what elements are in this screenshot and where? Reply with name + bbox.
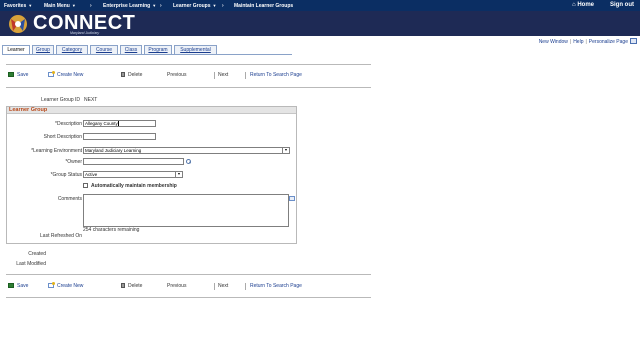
description-field[interactable]: Allegany County: [83, 120, 156, 127]
tab-class[interactable]: Class: [120, 45, 142, 54]
section-title: Learner Group: [7, 107, 296, 114]
learner-group-id-label: Learner Group ID: [41, 97, 80, 103]
toolbar-separator: [245, 72, 246, 79]
last-refreshed-label: Last Refreshed On: [40, 233, 82, 239]
toolbar-separator: [245, 283, 246, 290]
learning-environment-label: *Learning Environment: [31, 148, 82, 154]
created-label: Created: [28, 251, 46, 257]
favorites-menu[interactable]: Favorites ▼: [4, 3, 32, 9]
divider: [6, 297, 371, 298]
new-document-icon: [48, 71, 55, 77]
maryland-judiciary-logo: [9, 15, 27, 33]
breadcrumb-separator: ›: [222, 3, 224, 9]
group-status-label: *Group Status: [50, 172, 82, 178]
toolbar-separator: [214, 283, 215, 290]
breadcrumb-separator: ›: [160, 3, 162, 9]
tab-supplemental[interactable]: Supplemental: [174, 45, 217, 54]
brand-subtitle: Maryland Judiciary: [70, 31, 100, 35]
tab-course[interactable]: Course: [90, 45, 118, 54]
create-new-button[interactable]: Create New: [48, 71, 83, 78]
divider: [6, 274, 371, 275]
home-icon: ⌂: [572, 2, 576, 8]
group-status-select[interactable]: Active ▼: [83, 171, 183, 178]
chevron-down-icon: ▼: [71, 3, 76, 8]
sign-out-link[interactable]: Sign out: [610, 2, 634, 8]
last-modified-label: Last Modified: [16, 261, 46, 267]
owner-field[interactable]: [83, 158, 184, 165]
tab-category[interactable]: Category: [56, 45, 88, 54]
save-button[interactable]: Save: [8, 72, 28, 78]
enterprise-learning-menu[interactable]: Enterprise Learning ▼: [103, 3, 156, 9]
divider: [6, 64, 371, 65]
create-new-button[interactable]: Create New: [48, 282, 83, 289]
learning-environment-select[interactable]: Maryland Judiciary Learning ▼: [83, 147, 290, 154]
bottom-toolbar: Save Create New Delete Previous Next Ret…: [6, 282, 371, 293]
expand-icon[interactable]: [289, 196, 295, 201]
trash-icon: [121, 72, 125, 77]
next-button[interactable]: Next: [218, 283, 228, 289]
previous-button[interactable]: Previous: [167, 283, 186, 289]
return-to-search-link[interactable]: Return To Search Page: [250, 283, 302, 289]
chevron-down-icon: ▼: [152, 3, 157, 8]
description-label: *Description: [55, 121, 82, 127]
search-icon[interactable]: [186, 159, 191, 164]
chevron-down-icon: ▼: [175, 172, 182, 177]
characters-remaining: 254 characters remaining: [83, 227, 140, 233]
previous-button[interactable]: Previous: [167, 72, 186, 78]
short-description-field[interactable]: [83, 133, 156, 140]
text-cursor: [117, 121, 119, 126]
tab-program[interactable]: Program: [144, 45, 172, 54]
toolbar-separator: [214, 72, 215, 79]
chevron-down-icon: ▼: [28, 3, 33, 8]
divider: [6, 87, 371, 88]
page-options-icon[interactable]: [630, 38, 637, 44]
maintain-learner-groups-crumb[interactable]: Maintain Learner Groups: [234, 3, 293, 9]
save-icon: [8, 283, 14, 288]
top-nav-bar: Favorites ▼ Main Menu ▼ › Enterprise Learn…: [0, 0, 640, 11]
trash-icon: [121, 283, 125, 288]
chevron-down-icon: ▼: [282, 148, 289, 153]
save-button[interactable]: Save: [8, 283, 28, 289]
auto-maintain-label: Automatically maintain membership: [91, 183, 177, 189]
short-description-label: Short Description: [43, 134, 82, 140]
save-icon: [8, 72, 14, 77]
tab-group[interactable]: Group: [32, 45, 54, 54]
breadcrumb-separator: ›: [90, 3, 92, 9]
page-links: New Window | Help | Personalize Page: [538, 39, 628, 45]
learner-group-id-value: NEXT: [84, 97, 98, 103]
help-link[interactable]: Help: [573, 39, 583, 45]
top-toolbar: Save Create New Delete Previous Next Ret…: [6, 71, 371, 82]
auto-maintain-checkbox[interactable]: [83, 183, 88, 188]
tab-learner[interactable]: Learner: [2, 45, 30, 54]
learner-groups-menu[interactable]: Learner Groups ▼: [173, 3, 216, 9]
personalize-page-link[interactable]: Personalize Page: [589, 39, 628, 45]
next-button[interactable]: Next: [218, 72, 228, 78]
home-link[interactable]: ⌂ Home: [572, 2, 594, 8]
delete-button[interactable]: Delete: [121, 72, 142, 78]
new-document-icon: [48, 282, 55, 288]
comments-textarea[interactable]: [83, 194, 289, 227]
comments-label: Comments: [57, 196, 82, 202]
delete-button[interactable]: Delete: [121, 283, 142, 289]
owner-label: *Owner: [65, 159, 82, 165]
main-menu[interactable]: Main Menu ▼: [44, 3, 76, 9]
new-window-link[interactable]: New Window: [539, 39, 568, 45]
header-banner: CONNECT Maryland Judiciary: [0, 11, 640, 36]
return-to-search-link[interactable]: Return To Search Page: [250, 72, 302, 78]
chevron-down-icon: ▼: [212, 3, 217, 8]
tab-divider: [2, 54, 292, 55]
